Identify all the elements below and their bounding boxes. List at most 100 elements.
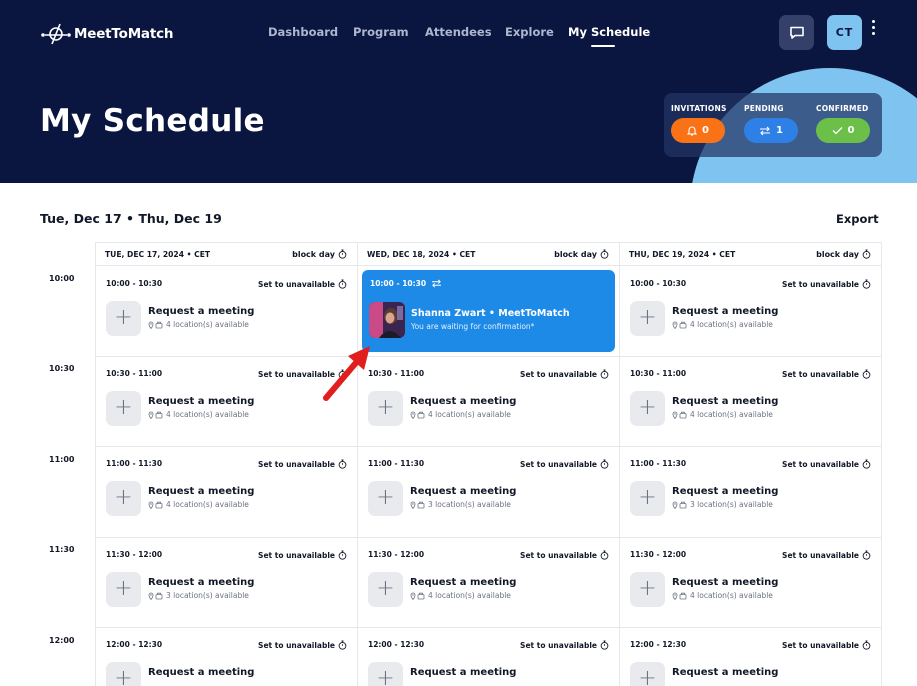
pending-count-button[interactable]: 1 (744, 118, 798, 143)
locations-text: 4 location(s) available (428, 410, 511, 419)
slot-time: 11:00 - 11:30 (630, 459, 687, 468)
plus-icon: + (114, 575, 133, 601)
export-button[interactable]: Export (836, 212, 879, 226)
set-unavailable-label: Set to unavailable (520, 459, 597, 469)
set-unavailable-button[interactable]: Set to unavailable (258, 640, 347, 650)
time-slot: 11:30 - 12:00 Set to unavailable + Request … (619, 537, 881, 627)
set-unavailable-button[interactable]: Set to unavailable (520, 640, 609, 650)
request-meeting-link[interactable]: Request a meeting (410, 667, 516, 678)
time-slot: 11:00 - 11:30 Set to unavailable + Request … (619, 446, 881, 536)
set-unavailable-button[interactable]: Set to unavailable (258, 369, 347, 379)
request-meeting-link[interactable]: Request a meeting (672, 577, 778, 588)
set-unavailable-button[interactable]: Set to unavailable (782, 640, 871, 650)
request-meeting-plus-button[interactable]: + (630, 301, 665, 336)
locations-available: 4 location(s) available (410, 410, 511, 419)
time-slot: 12:00 - 12:30 Set to unavailable + Request … (95, 627, 357, 686)
confirmed-count-button[interactable]: 0 (816, 118, 870, 143)
set-unavailable-button[interactable]: Set to unavailable (782, 550, 871, 560)
time-slot: 10:30 - 11:00 Set to unavailable + Request … (95, 356, 357, 446)
request-meeting-plus-button[interactable]: + (368, 662, 403, 686)
set-unavailable-button[interactable]: Set to unavailable (520, 550, 609, 560)
nav-attendees[interactable]: Attendees (425, 25, 492, 39)
request-meeting-link[interactable]: Request a meeting (148, 667, 254, 678)
request-meeting-plus-button[interactable]: + (106, 391, 141, 426)
request-meeting-link[interactable]: Request a meeting (148, 396, 254, 407)
request-meeting-link[interactable]: Request a meeting (672, 306, 778, 317)
block-day-label: block day (816, 249, 859, 259)
invitations-count-button[interactable]: 0 (671, 118, 725, 143)
request-meeting-plus-button[interactable]: + (368, 391, 403, 426)
locations-text: 4 location(s) available (166, 410, 249, 419)
request-meeting-link[interactable]: Request a meeting (672, 667, 778, 678)
set-unavailable-label: Set to unavailable (782, 640, 859, 650)
request-meeting-plus-button[interactable]: + (630, 662, 665, 686)
locations-available: 4 location(s) available (672, 410, 773, 419)
set-unavailable-button[interactable]: Set to unavailable (782, 279, 871, 289)
set-unavailable-button[interactable]: Set to unavailable (520, 369, 609, 379)
stopwatch-icon (862, 369, 871, 379)
request-meeting-plus-button[interactable]: + (630, 481, 665, 516)
meeting-card[interactable]: 10:00 - 10:30 Shanna Zwart • MeetToMatch… (362, 270, 615, 352)
block-day-button[interactable]: block day (554, 249, 609, 259)
set-unavailable-button[interactable]: Set to unavailable (782, 459, 871, 469)
user-avatar[interactable]: CT (827, 15, 862, 50)
stopwatch-icon (862, 249, 871, 259)
stopwatch-icon (600, 459, 609, 469)
stopwatch-icon (338, 249, 347, 259)
block-day-button[interactable]: block day (292, 249, 347, 259)
block-day-label: block day (292, 249, 335, 259)
request-meeting-plus-button[interactable]: + (106, 301, 141, 336)
nav-program[interactable]: Program (353, 25, 409, 39)
time-label: 11:00 (49, 455, 75, 464)
plus-icon: + (114, 665, 133, 686)
nav-explore[interactable]: Explore (505, 25, 554, 39)
request-meeting-plus-button[interactable]: + (106, 662, 141, 686)
plus-icon: + (114, 394, 133, 420)
request-meeting-link[interactable]: Request a meeting (148, 577, 254, 588)
block-day-label: block day (554, 249, 597, 259)
request-meeting-plus-button[interactable]: + (368, 481, 403, 516)
time-slot: 10:00 - 10:30 Set to unavailable + Request … (95, 266, 357, 356)
stopwatch-icon (338, 459, 347, 469)
request-meeting-plus-button[interactable]: + (630, 572, 665, 607)
request-meeting-link[interactable]: Request a meeting (148, 306, 254, 317)
grid-line (881, 242, 882, 686)
request-meeting-plus-button[interactable]: + (368, 572, 403, 607)
time-slot: 11:30 - 12:00 Set to unavailable + Request … (95, 537, 357, 627)
set-unavailable-button[interactable]: Set to unavailable (258, 459, 347, 469)
set-unavailable-button[interactable]: Set to unavailable (258, 550, 347, 560)
locations-available: 4 location(s) available (672, 591, 773, 600)
set-unavailable-label: Set to unavailable (520, 640, 597, 650)
location-icon (410, 411, 425, 419)
request-meeting-plus-button[interactable]: + (106, 481, 141, 516)
time-label: 12:00 (49, 636, 75, 645)
locations-text: 4 location(s) available (166, 500, 249, 509)
location-icon (410, 501, 425, 509)
locations-available: 4 location(s) available (148, 410, 249, 419)
invitations-count: 0 (702, 125, 709, 136)
nav-my-schedule[interactable]: My Schedule (568, 25, 650, 39)
block-day-button[interactable]: block day (816, 249, 871, 259)
day-column-header: WED, DEC 18, 2024 • CET block day (357, 242, 620, 266)
messages-button[interactable] (779, 15, 814, 50)
request-meeting-link[interactable]: Request a meeting (672, 486, 778, 497)
kebab-menu-icon[interactable] (869, 20, 877, 42)
request-meeting-link[interactable]: Request a meeting (410, 577, 516, 588)
day-column-header: TUE, DEC 17, 2024 • CET block day (95, 242, 358, 266)
set-unavailable-button[interactable]: Set to unavailable (782, 369, 871, 379)
stopwatch-icon (600, 249, 609, 259)
request-meeting-link[interactable]: Request a meeting (148, 486, 254, 497)
request-meeting-plus-button[interactable]: + (106, 572, 141, 607)
locations-available: 3 location(s) available (672, 500, 773, 509)
meeting-status-panel: INVITATIONS PENDING CONFIRMED 0 1 0 (664, 93, 882, 157)
set-unavailable-button[interactable]: Set to unavailable (520, 459, 609, 469)
request-meeting-plus-button[interactable]: + (630, 391, 665, 426)
slot-time: 10:00 - 10:30 (106, 279, 163, 288)
request-meeting-link[interactable]: Request a meeting (410, 396, 516, 407)
request-meeting-link[interactable]: Request a meeting (410, 486, 516, 497)
set-unavailable-button[interactable]: Set to unavailable (258, 279, 347, 289)
location-icon (148, 411, 163, 419)
request-meeting-link[interactable]: Request a meeting (672, 396, 778, 407)
nav-dashboard[interactable]: Dashboard (268, 25, 338, 39)
app-logo[interactable]: MeetToMatch (40, 22, 174, 46)
